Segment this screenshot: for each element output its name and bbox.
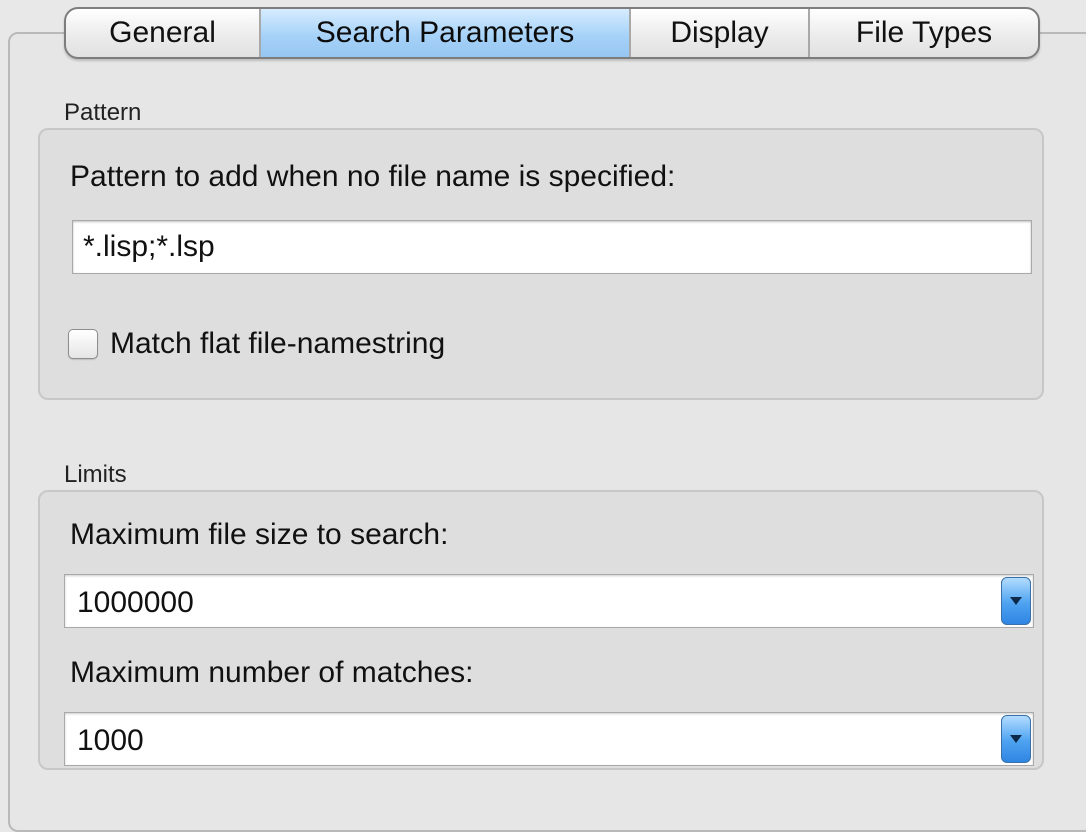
pattern-section-label: Pattern — [64, 99, 142, 126]
max-matches-value[interactable]: 1000 — [77, 724, 144, 758]
max-file-size-combo[interactable]: 1000000 — [64, 574, 1034, 628]
chevron-down-icon — [1010, 735, 1022, 743]
tab-file-types[interactable]: File Types — [808, 9, 1038, 57]
max-file-size-value[interactable]: 1000000 — [77, 586, 194, 620]
tab-display[interactable]: Display — [629, 9, 808, 57]
max-matches-label: Maximum number of matches: — [70, 656, 474, 689]
max-matches-dropdown-button[interactable] — [1001, 715, 1031, 763]
pattern-input[interactable] — [72, 220, 1032, 274]
chevron-down-icon — [1010, 597, 1022, 605]
match-flat-checkbox-label: Match flat file-namestring — [110, 327, 446, 360]
tab-search-parameters[interactable]: Search Parameters — [259, 9, 629, 57]
limits-section-label: Limits — [64, 461, 127, 488]
max-file-size-label: Maximum file size to search: — [70, 518, 449, 551]
tab-bar: General Search Parameters Display File T… — [64, 7, 1040, 59]
max-file-size-dropdown-button[interactable] — [1001, 577, 1031, 625]
match-flat-checkbox-row[interactable]: Match flat file-namestring — [68, 327, 445, 361]
match-flat-checkbox[interactable] — [68, 329, 98, 359]
max-matches-combo[interactable]: 1000 — [64, 712, 1034, 766]
tab-general[interactable]: General — [66, 9, 259, 57]
pattern-field-label: Pattern to add when no file name is spec… — [70, 160, 676, 193]
